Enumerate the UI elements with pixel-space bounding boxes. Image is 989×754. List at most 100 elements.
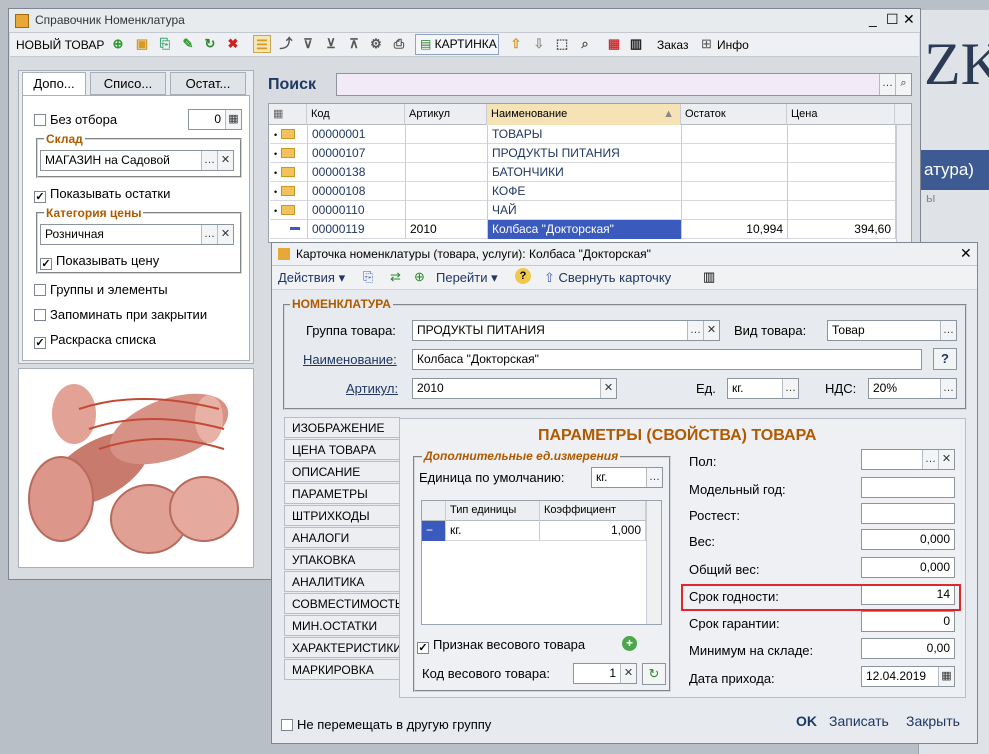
info-button[interactable]: Инфо xyxy=(717,38,749,52)
card-tab[interactable]: ХАРАКТЕРИСТИКИ xyxy=(284,637,402,658)
show-stock-checkbox[interactable]: ✓ Показывать остатки xyxy=(34,186,170,203)
search-icon[interactable]: ⌕ xyxy=(895,74,911,95)
card-button[interactable]: ▤ КАРТИНКА xyxy=(415,34,499,55)
new-item-button[interactable]: НОВЫЙ ТОВАР xyxy=(16,38,104,52)
price-cat-clear-icon[interactable]: ✕ xyxy=(217,225,233,244)
warehouse-select-icon[interactable]: … xyxy=(201,151,217,170)
kind-select-icon[interactable]: … xyxy=(940,321,956,340)
close-window-button[interactable]: ✕ xyxy=(903,11,915,28)
palette-icon[interactable]: ▦ xyxy=(605,35,623,53)
article-clear-icon[interactable]: ✕ xyxy=(600,379,616,398)
add-icon[interactable]: ⊕ xyxy=(109,35,127,53)
property-field[interactable] xyxy=(861,503,955,524)
header-price[interactable]: Цена xyxy=(787,104,895,125)
ok-button[interactable]: OK xyxy=(796,713,817,729)
weight-code-refresh-button[interactable]: ↻ xyxy=(642,663,666,685)
property-field[interactable]: 0 xyxy=(861,611,955,632)
price-cat-field[interactable]: Розничная … ✕ xyxy=(40,224,234,245)
tab-stock[interactable]: Остат... xyxy=(170,72,246,95)
name-field[interactable]: Колбаса "Докторская" xyxy=(412,349,922,370)
minimize-button[interactable]: _ xyxy=(869,11,877,27)
card-tab[interactable]: МАРКИРОВКА xyxy=(284,659,400,680)
settings-icon[interactable]: ⚙ xyxy=(367,35,385,53)
tab-lists[interactable]: Списо... xyxy=(90,72,166,95)
weight-code-field[interactable]: 1 ✕ xyxy=(573,663,637,684)
default-unit-select-icon[interactable]: … xyxy=(646,468,662,487)
property-field[interactable]: … ✕ xyxy=(861,449,955,470)
card-tab[interactable]: ИЗОБРАЖЕНИЕ xyxy=(284,417,400,438)
no-filter-checkbox[interactable]: Без отбора xyxy=(34,112,117,127)
card-tab[interactable]: ШТРИХКОДЫ xyxy=(284,505,400,526)
goto-menu[interactable]: Перейти ▾ xyxy=(436,270,498,286)
no-filter-value-field[interactable]: 0 ▦ xyxy=(188,109,242,130)
group-select-icon[interactable]: … xyxy=(687,321,703,340)
copy-icon[interactable]: ⎘ xyxy=(156,35,174,53)
name-label[interactable]: Наименование: xyxy=(303,352,397,367)
property-field[interactable]: 0,00 xyxy=(861,638,955,659)
unit-select-icon[interactable]: … xyxy=(782,379,798,398)
collapse-card-button[interactable]: ⇧ Свернуть карточку xyxy=(544,270,671,286)
units-table-row[interactable]: − кг. 1,000 xyxy=(422,521,646,541)
hierarchy-icon[interactable]: ☰ xyxy=(253,35,271,53)
card-tab[interactable]: ЦЕНА ТОВАРА xyxy=(284,439,400,460)
name-help-button[interactable]: ? xyxy=(933,348,957,370)
calendar-icon[interactable]: ▦ xyxy=(938,667,954,686)
card-tab[interactable]: УПАКОВКА xyxy=(284,549,400,570)
barcode-icon[interactable]: ▥ xyxy=(627,35,645,53)
header-stock[interactable]: Остаток xyxy=(681,104,787,125)
default-unit-field[interactable]: кг.… xyxy=(591,467,663,488)
find-icon[interactable]: ⌕ xyxy=(576,35,594,53)
card-tab[interactable]: АНАЛИТИКА xyxy=(284,571,400,592)
save-icon[interactable]: ⎘ xyxy=(363,269,373,285)
show-price-checkbox[interactable]: ✓ Показывать цену xyxy=(40,253,159,270)
units-header-type[interactable]: Тип единицы xyxy=(446,501,540,521)
new-card-icon[interactable]: ⊕ xyxy=(414,269,425,285)
table-row[interactable]: • 00000107 ПРОДУКТЫ ПИТАНИЯ xyxy=(270,144,896,163)
warehouse-field[interactable]: МАГАЗИН на Садовой … ✕ xyxy=(40,150,234,171)
property-field[interactable]: 0,000 xyxy=(861,557,955,578)
remember-checkbox[interactable]: Запоминать при закрытии xyxy=(34,307,207,322)
property-field[interactable] xyxy=(861,477,955,498)
no-move-checkbox[interactable]: Не перемещать в другую группу xyxy=(281,717,491,732)
filter-list-icon[interactable]: ⊼ xyxy=(345,35,363,53)
calc-icon[interactable]: ▦ xyxy=(225,110,241,129)
group-clear-icon[interactable]: ✕ xyxy=(703,321,719,340)
upload-icon[interactable]: ⇧ xyxy=(507,35,525,53)
table-row[interactable]: • 00000001 ТОВАРЫ xyxy=(270,125,896,144)
filter-icon[interactable]: ⊽ xyxy=(299,35,317,53)
property-field[interactable]: 12.04.2019 ▦ xyxy=(861,666,955,687)
level-up-icon[interactable]: ⤴ xyxy=(277,35,295,53)
select-icon[interactable]: ⬚ xyxy=(553,35,571,53)
vat-field[interactable]: 20%… xyxy=(868,378,957,399)
card-tab[interactable]: АНАЛОГИ xyxy=(284,527,400,548)
close-button[interactable]: Закрыть xyxy=(906,713,960,729)
table-scrollbar[interactable] xyxy=(896,125,911,242)
units-scrollbar[interactable] xyxy=(646,501,661,624)
header-code[interactable]: Код xyxy=(307,104,405,125)
card-tab[interactable]: СОВМЕСТИМОСТЬ xyxy=(284,593,403,614)
refresh-icon[interactable]: ↻ xyxy=(201,35,219,53)
actions-menu[interactable]: Действия ▾ xyxy=(278,270,345,286)
barcode-card-icon[interactable]: ▥ xyxy=(703,269,715,285)
group-field[interactable]: ПРОДУКТЫ ПИТАНИЯ … ✕ xyxy=(412,320,720,341)
search-select-icon[interactable]: … xyxy=(879,74,895,95)
search-input[interactable]: … ⌕ xyxy=(336,73,912,96)
unit-field[interactable]: кг.… xyxy=(727,378,799,399)
property-field[interactable]: 0,000 xyxy=(861,529,955,550)
gender-select-icon[interactable]: … xyxy=(922,450,938,469)
card-tab[interactable]: ОПИСАНИЕ xyxy=(284,461,400,482)
kind-field[interactable]: Товар… xyxy=(827,320,957,341)
card-tab[interactable]: МИН.ОСТАТКИ xyxy=(284,615,400,636)
print-icon[interactable]: ⎙ xyxy=(390,35,408,53)
filter-clear-icon[interactable]: ⊻ xyxy=(322,35,340,53)
copy-card-icon[interactable]: ⇄ xyxy=(390,269,401,285)
article-label[interactable]: Артикул: xyxy=(346,381,398,396)
card-close-button[interactable]: ✕ xyxy=(960,245,972,262)
add-folder-icon[interactable]: ▣ xyxy=(133,35,151,53)
article-field[interactable]: 2010 ✕ xyxy=(412,378,617,399)
header-name[interactable]: Наименование ▲ xyxy=(487,104,681,125)
table-row[interactable]: • 00000138 БАТОНЧИКИ xyxy=(270,163,896,182)
delete-icon[interactable]: ✖ xyxy=(224,35,242,53)
help-icon[interactable]: ? xyxy=(515,268,531,284)
record-button[interactable]: Записать xyxy=(829,713,889,729)
